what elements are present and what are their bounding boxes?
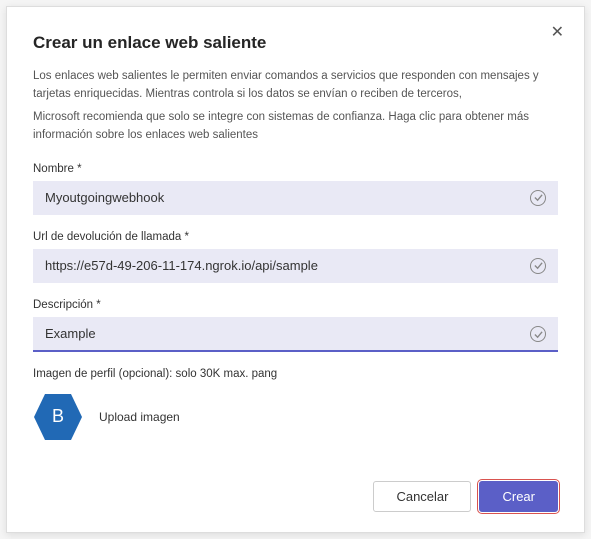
upload-label[interactable]: Upload imagen	[99, 410, 180, 424]
close-button[interactable]: ✕	[551, 25, 564, 41]
dialog-footer: Cancelar Crear	[33, 465, 558, 512]
check-icon	[530, 326, 546, 342]
description-input[interactable]	[33, 317, 558, 352]
url-input[interactable]	[33, 249, 558, 283]
dialog-description-2: Microsoft recomienda que solo se integre…	[33, 108, 558, 145]
url-label: Url de devolución de llamada *	[33, 231, 558, 243]
name-input-wrap	[33, 181, 558, 215]
dialog-title: Crear un enlace web saliente	[33, 33, 558, 53]
description-label: Descripción *	[33, 299, 558, 311]
check-icon	[530, 258, 546, 274]
url-input-wrap	[33, 249, 558, 283]
name-input[interactable]	[33, 181, 558, 215]
dialog-description-1: Los enlaces web salientes le permiten en…	[33, 67, 558, 104]
check-icon	[530, 190, 546, 206]
avatar-label: Imagen de perfil (opcional): solo 30K ma…	[33, 368, 558, 380]
close-icon: ✕	[551, 24, 564, 41]
avatar-row: B Upload imagen	[33, 392, 558, 442]
avatar-upload[interactable]: B	[33, 392, 83, 442]
create-webhook-dialog: ✕ Crear un enlace web saliente Los enlac…	[6, 6, 585, 533]
create-button[interactable]: Crear	[479, 481, 558, 512]
cancel-button[interactable]: Cancelar	[373, 481, 471, 512]
avatar-letter: B	[52, 406, 64, 427]
name-label: Nombre *	[33, 163, 558, 175]
description-input-wrap	[33, 317, 558, 352]
